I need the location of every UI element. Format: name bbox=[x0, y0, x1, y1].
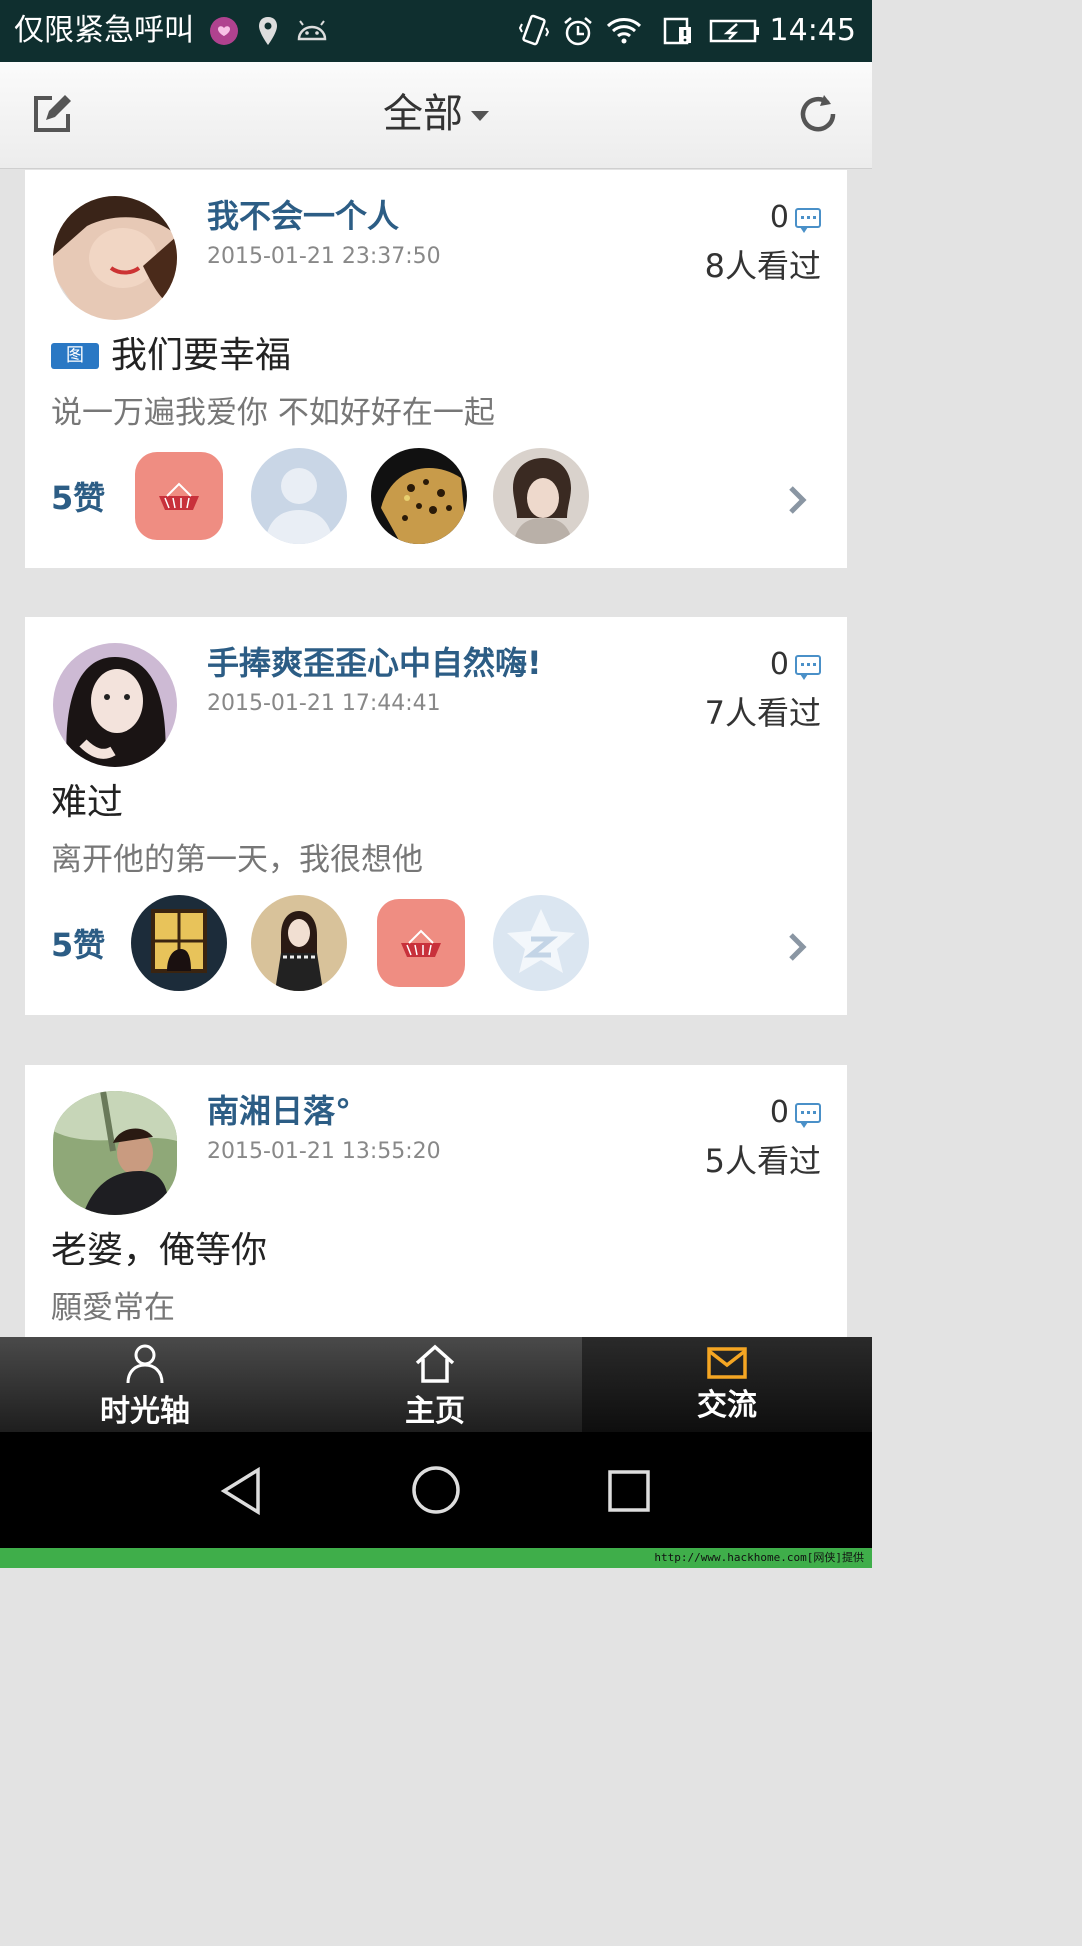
home-icon bbox=[413, 1343, 457, 1389]
like-count[interactable]: 5赞 bbox=[51, 478, 105, 518]
chevron-down-icon bbox=[471, 111, 489, 121]
tab-label: 主页 bbox=[405, 1394, 465, 1429]
alarm-icon bbox=[560, 12, 596, 50]
tab-label: 交流 bbox=[697, 1388, 757, 1423]
person-icon bbox=[125, 1343, 165, 1389]
view-count: 7人看过 bbox=[704, 694, 821, 732]
comment-count[interactable]: 0 bbox=[770, 200, 821, 236]
post-card[interactable]: 手捧爽歪歪心中自然嗨! 2015-01-21 17:44:41 0 7人看过 难… bbox=[25, 617, 847, 1015]
home-nav-button[interactable] bbox=[410, 1464, 462, 1520]
post-username[interactable]: 手捧爽歪歪心中自然嗨! bbox=[207, 643, 542, 683]
image-tag-icon: 图 bbox=[51, 343, 99, 369]
avatar[interactable] bbox=[53, 196, 177, 320]
like-count[interactable]: 5赞 bbox=[51, 925, 105, 965]
location-icon bbox=[250, 12, 286, 50]
post-timestamp: 2015-01-21 13:55:20 bbox=[207, 1139, 441, 1164]
liker-avatar[interactable] bbox=[493, 448, 589, 544]
post-title-text: 我们要幸福 bbox=[111, 335, 292, 376]
back-icon bbox=[218, 1466, 266, 1520]
action-bar: 全部 bbox=[0, 62, 872, 169]
comment-icon bbox=[795, 1103, 821, 1128]
mail-icon bbox=[707, 1347, 747, 1383]
post-timestamp: 2015-01-21 17:44:41 bbox=[207, 691, 441, 716]
liker-avatar[interactable] bbox=[377, 899, 465, 987]
comment-count[interactable]: 0 bbox=[770, 647, 821, 683]
comment-count-value: 0 bbox=[769, 1095, 789, 1130]
post-title[interactable]: 老婆，俺等你 bbox=[51, 1229, 267, 1273]
chevron-right-icon[interactable] bbox=[783, 482, 811, 518]
liker-avatar[interactable] bbox=[371, 448, 467, 544]
post-title[interactable]: 图 我们要幸福 bbox=[51, 334, 291, 378]
feed-filter-dropdown[interactable]: 全部 bbox=[0, 86, 872, 142]
liker-avatar[interactable] bbox=[135, 452, 223, 540]
circle-icon bbox=[410, 1466, 462, 1520]
refresh-button[interactable] bbox=[790, 88, 846, 144]
tab-label: 时光轴 bbox=[100, 1394, 190, 1429]
status-bar: 仅限紧急呼叫 14:45 bbox=[0, 0, 872, 62]
post-title-text: 难过 bbox=[51, 782, 124, 823]
avatar[interactable] bbox=[53, 1091, 177, 1215]
android-debug-icon bbox=[294, 12, 330, 50]
tab-messages[interactable]: 交流 bbox=[582, 1337, 872, 1432]
comment-icon bbox=[795, 208, 821, 233]
vibrate-icon bbox=[516, 12, 552, 50]
bottom-tab-bar: 时光轴 主页 交流 bbox=[0, 1337, 872, 1432]
status-time: 14:45 bbox=[769, 13, 856, 48]
watermark-text: http://www.hackhome.com[网侠]提供 bbox=[654, 1551, 864, 1564]
comment-count-value: 0 bbox=[769, 200, 789, 235]
sim-icon bbox=[660, 12, 696, 50]
post-card[interactable]: 我不会一个人 2015-01-21 23:37:50 0 8人看过 图 我们要幸… bbox=[25, 170, 847, 568]
post-username[interactable]: 我不会一个人 bbox=[207, 196, 399, 236]
back-button[interactable] bbox=[218, 1466, 266, 1520]
comment-count[interactable]: 0 bbox=[770, 1095, 821, 1131]
comment-count-value: 0 bbox=[769, 647, 789, 682]
post-title[interactable]: 难过 bbox=[51, 781, 123, 825]
liker-avatar[interactable] bbox=[251, 448, 347, 544]
post-card[interactable]: 南湘日落° 2015-01-21 13:55:20 0 5人看过 老婆，俺等你 … bbox=[25, 1065, 847, 1337]
page-title: 全部 bbox=[383, 91, 463, 137]
comment-icon bbox=[795, 655, 821, 680]
post-body: 願愛常在 bbox=[51, 1290, 175, 1326]
battery-charging-icon bbox=[708, 12, 762, 50]
system-navigation-bar bbox=[0, 1432, 872, 1548]
post-body: 说一万遍我爱你 不如好好在一起 bbox=[51, 395, 495, 431]
liker-avatar[interactable] bbox=[493, 895, 589, 991]
wifi-icon bbox=[606, 12, 642, 50]
chevron-right-icon[interactable] bbox=[783, 929, 811, 965]
avatar[interactable] bbox=[53, 643, 177, 767]
post-title-text: 老婆，俺等你 bbox=[51, 1230, 268, 1271]
view-count: 5人看过 bbox=[704, 1142, 821, 1180]
liker-avatar[interactable] bbox=[251, 895, 347, 991]
tab-timeline[interactable]: 时光轴 bbox=[0, 1337, 290, 1432]
refresh-icon bbox=[795, 91, 841, 141]
post-timestamp: 2015-01-21 23:37:50 bbox=[207, 244, 441, 269]
square-icon bbox=[606, 1470, 652, 1518]
post-username[interactable]: 南湘日落° bbox=[207, 1091, 351, 1131]
tab-home[interactable]: 主页 bbox=[290, 1337, 580, 1432]
recents-button[interactable] bbox=[606, 1468, 652, 1518]
post-body: 离开他的第一天，我很想他 bbox=[51, 842, 423, 878]
carrier-text: 仅限紧急呼叫 bbox=[14, 13, 194, 48]
view-count: 8人看过 bbox=[704, 247, 821, 285]
liker-avatar[interactable] bbox=[131, 895, 227, 991]
app-notification-icon bbox=[206, 12, 242, 50]
